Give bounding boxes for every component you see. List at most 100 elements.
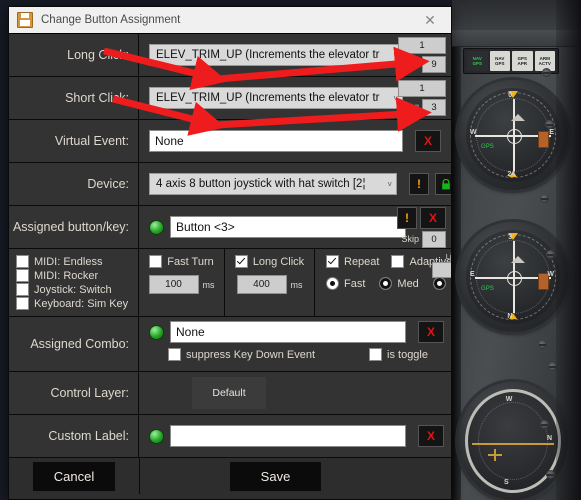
short-click-roll-input[interactable]: 3 — [422, 99, 446, 116]
checkbox-box — [391, 255, 405, 268]
device-select[interactable]: 4 axis 8 button joystick with hat switch… — [149, 173, 397, 195]
checkbox-suppress-key-down[interactable]: suppress Key Down Event — [168, 348, 315, 361]
custom-label-clear-button[interactable]: X — [418, 425, 444, 447]
checkbox-midi-endless[interactable]: MIDI: Endless — [16, 255, 131, 268]
cancel-button[interactable]: Cancel — [32, 461, 116, 491]
skip-label: Skip — [401, 234, 419, 244]
row-device: Device: 4 axis 8 button joystick with ha… — [9, 163, 451, 206]
short-click-spinners: 1 Roll 3 — [384, 77, 446, 119]
label-cell: Short Click: — [9, 77, 139, 119]
radio-label: Slow — [451, 278, 452, 290]
short-click-event-select[interactable]: ELEV_TRIM_UP (Increments the elevator tr… — [149, 87, 403, 109]
checkbox-is-toggle[interactable]: is toggle — [369, 348, 428, 361]
radio-med[interactable]: Med — [379, 277, 419, 290]
checkbox-keyboard-sim-key[interactable]: Keyboard: Sim Key — [16, 297, 131, 310]
short-click-count-input[interactable]: 1 — [398, 80, 446, 97]
checkbox-fast-turn[interactable]: Fast Turn — [146, 255, 217, 268]
assigned-combo-options: suppress Key Down Event is toggle — [149, 348, 451, 361]
assigned-button-clear-button[interactable]: X — [420, 206, 446, 229]
compass-label-e: E — [549, 129, 554, 137]
checkbox-label: is toggle — [387, 348, 428, 361]
checkbox-box — [168, 348, 181, 361]
long-click-ms-input[interactable]: 400 — [236, 275, 287, 294]
skip-input[interactable]: 0 — [422, 230, 446, 248]
checkbox-midi-rocker[interactable]: MIDI: Rocker — [16, 269, 131, 282]
close-icon[interactable]: ✕ — [409, 7, 451, 33]
long-click-event-select[interactable]: ELEV_TRIM_UP (Increments the elevator tr… — [149, 44, 403, 66]
limit-label: Limit — [445, 252, 452, 261]
custom-label-input[interactable] — [170, 425, 406, 447]
row-assigned-combo: Assigned Combo: None X suppress Key Down… — [9, 317, 451, 372]
checkbox-label: MIDI: Rocker — [34, 269, 99, 282]
long-click-roll-input[interactable]: 9 — [422, 56, 446, 73]
checkbox-box — [16, 297, 29, 310]
virtual-event-input[interactable]: None — [149, 130, 403, 152]
custom-label-status-led — [149, 428, 164, 444]
compass-label-n: N — [507, 313, 513, 320]
checkbox-box — [234, 255, 248, 268]
fast-turn-ms-input[interactable]: 100 — [148, 275, 199, 294]
dialog-titlebar[interactable]: Change Button Assignment ✕ — [9, 7, 451, 33]
checkbox-repeat[interactable]: Repeat — [326, 255, 379, 268]
device-lock-icon-button[interactable] — [435, 173, 451, 195]
device-warning-button[interactable]: ! — [409, 173, 429, 195]
checkbox-box — [369, 348, 383, 361]
tick-ring — [478, 402, 548, 480]
field-cell: None X suppress Key Down Event is toggle — [139, 317, 451, 371]
label-cell: Long Click: — [9, 34, 139, 76]
label-cell: Custom Label: — [9, 415, 139, 457]
radio-slow[interactable]: Slow — [432, 277, 452, 290]
panel-screw — [540, 420, 549, 429]
radio-fast[interactable]: Fast — [326, 277, 365, 290]
panel-screw — [542, 68, 551, 77]
assigned-combo-stack: None X suppress Key Down Event is toggle — [149, 317, 451, 371]
checkbox-label: Fast Turn — [167, 255, 214, 268]
panel-shadow — [556, 0, 581, 500]
annunciator-button[interactable]: NAV GPS — [489, 51, 510, 71]
compass-label-e: E — [470, 271, 475, 279]
field-cell: X — [139, 415, 451, 457]
radio-button — [326, 277, 339, 290]
row-virtual-event: Virtual Event: None X — [9, 120, 451, 163]
hsi-gauge: GPS 0 E W 24 — [458, 80, 568, 190]
checkbox-joystick-switch[interactable]: Joystick: Switch — [16, 283, 131, 296]
hsi-gauge-secondary: GPS 3 W E N — [458, 222, 568, 332]
annunciator-button[interactable]: NAV GPS — [467, 51, 488, 71]
virtual-event-clear-button[interactable]: X — [415, 130, 441, 152]
dialog-footer: Cancel Save — [9, 458, 451, 494]
gps-annunciation: GPS — [481, 286, 494, 293]
spin-line-top: 1 — [398, 80, 446, 97]
limit-input[interactable]: 0 — [431, 262, 451, 278]
field-cell: 4 axis 8 button joystick with hat switch… — [139, 163, 451, 205]
row-custom-label: Custom Label: X — [9, 415, 451, 458]
center-cross — [487, 448, 502, 461]
assigned-button-input[interactable]: Button <3> — [170, 216, 406, 238]
compass-label-s: S — [504, 479, 509, 486]
field-cell: ELEV_TRIM_UP (Increments the elevator tr… — [139, 77, 451, 119]
annunciator-button[interactable]: GPS APR — [512, 51, 533, 71]
panel-screw — [540, 194, 549, 203]
field-cell: None X — [139, 120, 451, 162]
radio-button — [379, 277, 393, 290]
limit-field: Limit 0 — [431, 252, 452, 278]
action-buttons: ! X — [397, 206, 446, 229]
assigned-combo-clear-button[interactable]: X — [418, 321, 444, 343]
long-click-count-input[interactable]: 1 — [398, 37, 446, 54]
directional-gyro-gauge: W N S — [458, 382, 568, 500]
control-layer-default-button[interactable]: Default — [192, 377, 266, 409]
checkbox-long-click[interactable]: Long Click — [232, 255, 307, 268]
assigned-button-status-led — [149, 219, 164, 235]
spin-line-bottom: Roll 9 — [403, 56, 446, 73]
custom-label-label: Custom Label: — [48, 429, 129, 443]
lock-icon — [442, 178, 450, 189]
save-button[interactable]: Save — [229, 461, 322, 491]
gps-annunciation: GPS — [481, 144, 494, 151]
mode-checkbox-group: MIDI: Endless MIDI: Rocker Joystick: Swi… — [9, 249, 139, 316]
aircraft-symbol — [511, 256, 526, 264]
assigned-button-warning-button[interactable]: ! — [397, 206, 417, 229]
checkbox-label: Long Click — [252, 255, 305, 268]
cdi-center — [506, 270, 522, 286]
panel-screw — [538, 340, 547, 349]
assigned-combo-input[interactable]: None — [170, 321, 406, 343]
checkbox-box — [149, 255, 163, 268]
